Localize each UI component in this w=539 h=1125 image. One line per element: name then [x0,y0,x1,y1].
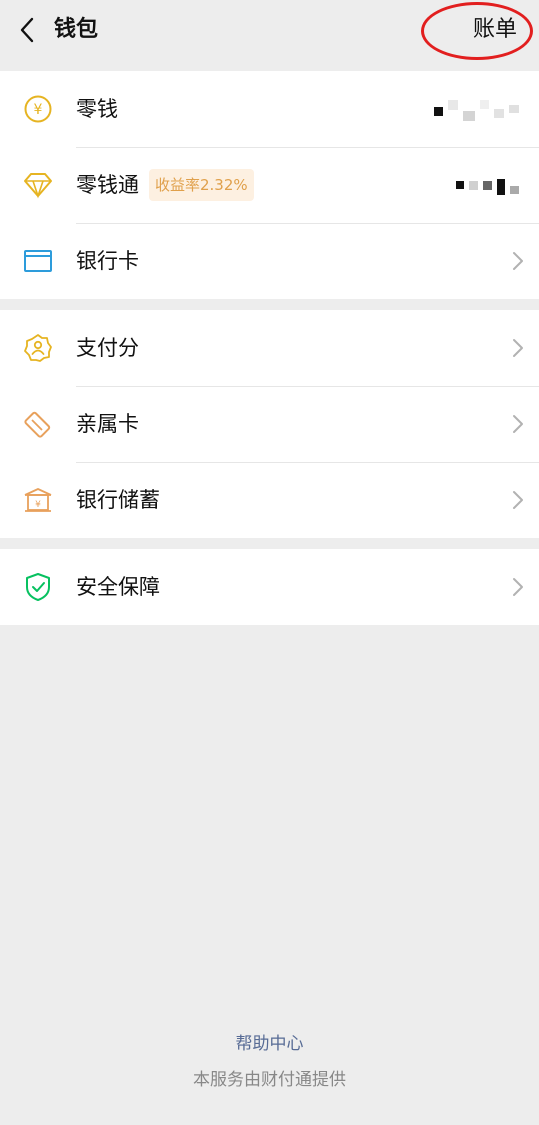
back-button[interactable] [10,12,44,48]
wallet-group-3: 安全保障 [0,549,539,625]
chevron-right-icon [497,490,539,510]
row-bank-savings[interactable]: ¥ 银行储蓄 [0,462,539,538]
row-label-change: 零钱 [76,97,118,121]
chevron-right-icon [497,577,539,597]
top-bar: 钱包 账单 [0,0,539,62]
security-shield-icon [0,549,76,625]
payment-score-icon [0,310,76,386]
row-label-payment-score: 支付分 [76,336,139,360]
chevron-right-icon [497,251,539,271]
masked-balance [434,97,519,121]
svg-text:¥: ¥ [34,102,43,118]
row-family-card[interactable]: 亲属卡 [0,386,539,462]
yield-rate-badge: 收益率2.32% [149,169,254,201]
wallet-group-1: ¥ 零钱 零钱通 收益率2.32% 银行卡 [0,71,539,299]
row-label-bank-card: 银行卡 [76,249,139,273]
row-label-security: 安全保障 [76,575,160,599]
service-provider-text: 本服务由财付通提供 [193,1070,346,1090]
bank-card-icon [0,223,76,299]
row-security[interactable]: 安全保障 [0,549,539,625]
help-center-link[interactable]: 帮助中心 [0,1031,539,1057]
row-label-bank-savings: 银行储蓄 [76,488,160,512]
row-change[interactable]: ¥ 零钱 [0,71,539,147]
footer: 帮助中心 本服务由财付通提供 [0,1031,539,1093]
row-payment-score[interactable]: 支付分 [0,310,539,386]
svg-text:¥: ¥ [35,500,41,510]
masked-change-pass-balance [456,175,519,195]
row-change-pass[interactable]: 零钱通 收益率2.32% [0,147,539,223]
chevron-right-icon [497,414,539,434]
yuan-coin-icon: ¥ [0,71,76,147]
row-label-family-card: 亲属卡 [76,412,139,436]
bank-savings-icon: ¥ [0,462,76,538]
page-title: 钱包 [54,17,99,42]
family-card-icon [0,386,76,462]
row-bank-card[interactable]: 银行卡 [0,223,539,299]
wallet-group-2: 支付分 亲属卡 ¥ 银行储蓄 [0,310,539,538]
bill-button[interactable]: 账单 [473,13,517,47]
diamond-icon [0,147,76,223]
chevron-right-icon [497,338,539,358]
chevron-left-icon [20,17,34,43]
row-label-change-pass: 零钱通 [76,173,139,197]
